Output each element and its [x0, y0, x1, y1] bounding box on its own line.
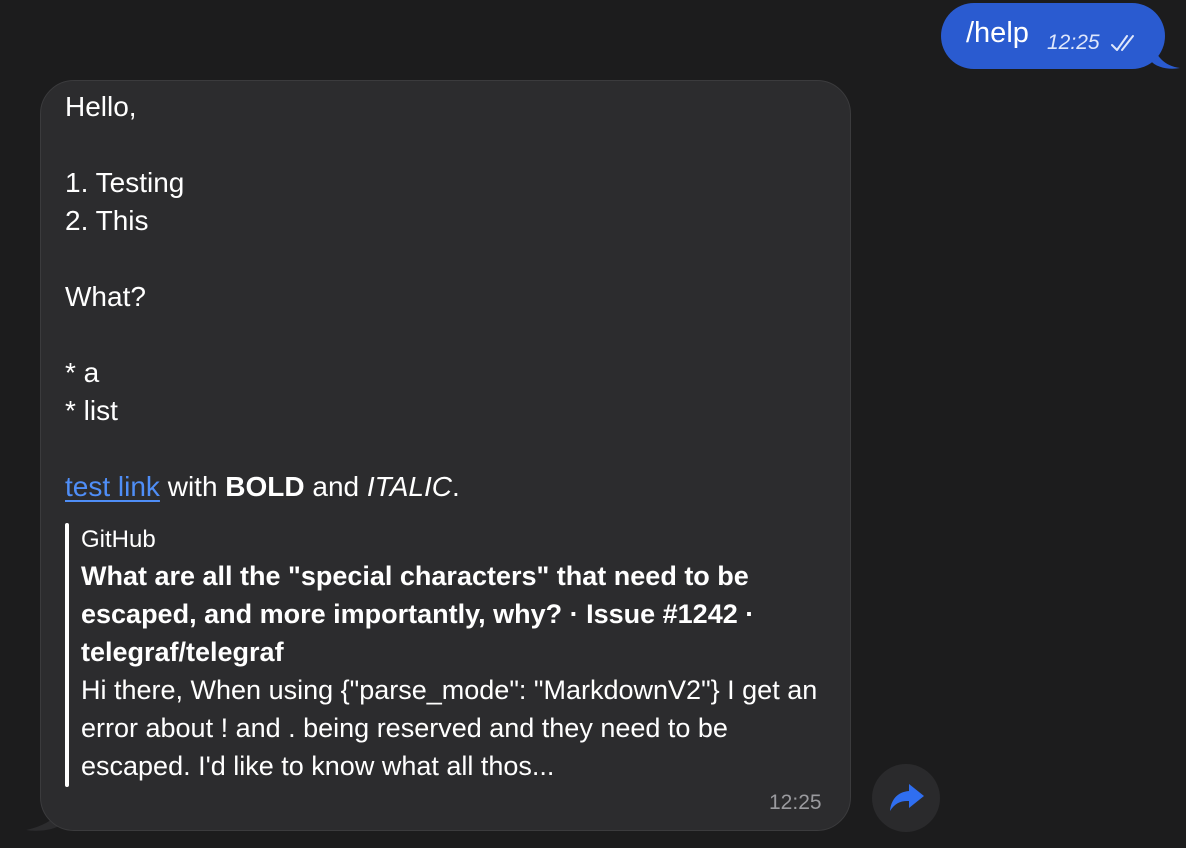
share-arrow-icon: [890, 784, 924, 811]
greeting-line: Hello,: [65, 91, 137, 122]
link-preview[interactable]: GitHub What are all the "special charact…: [65, 523, 825, 787]
preview-site-name: GitHub: [81, 526, 156, 553]
outgoing-message-text: /help: [966, 17, 1029, 49]
preview-title: What are all the "special characters" th…: [81, 561, 755, 667]
bullet-item: * list: [65, 395, 118, 426]
incoming-message-time: 12:25: [769, 791, 822, 814]
formatted-line: test link with BOLD and ITALIC.: [65, 468, 460, 506]
numbered-item: 2. This: [65, 205, 149, 236]
text-and: and: [304, 471, 367, 502]
italic-text: ITALIC: [366, 471, 452, 502]
text-end: .: [451, 471, 460, 502]
outgoing-message-time: 12:25: [1047, 31, 1100, 54]
double-check-icon: [1111, 35, 1134, 51]
bold-text: BOLD: [225, 471, 305, 502]
incoming-message-bubble[interactable]: Hello, 1. Testing 2. This What? * a * li…: [40, 80, 851, 831]
share-button[interactable]: [872, 764, 940, 832]
question-line: What?: [65, 281, 146, 312]
test-link[interactable]: test link: [65, 471, 160, 502]
message-body: Hello, 1. Testing 2. This What? * a * li…: [65, 88, 460, 506]
preview-accent-bar: [65, 523, 69, 787]
text-with: with: [159, 471, 226, 502]
numbered-item: 1. Testing: [65, 167, 185, 198]
outgoing-message-bubble[interactable]: /help 12:25: [941, 3, 1165, 69]
bullet-item: * a: [65, 357, 100, 388]
preview-description: Hi there, When using {"parse_mode": "Mar…: [81, 675, 818, 781]
